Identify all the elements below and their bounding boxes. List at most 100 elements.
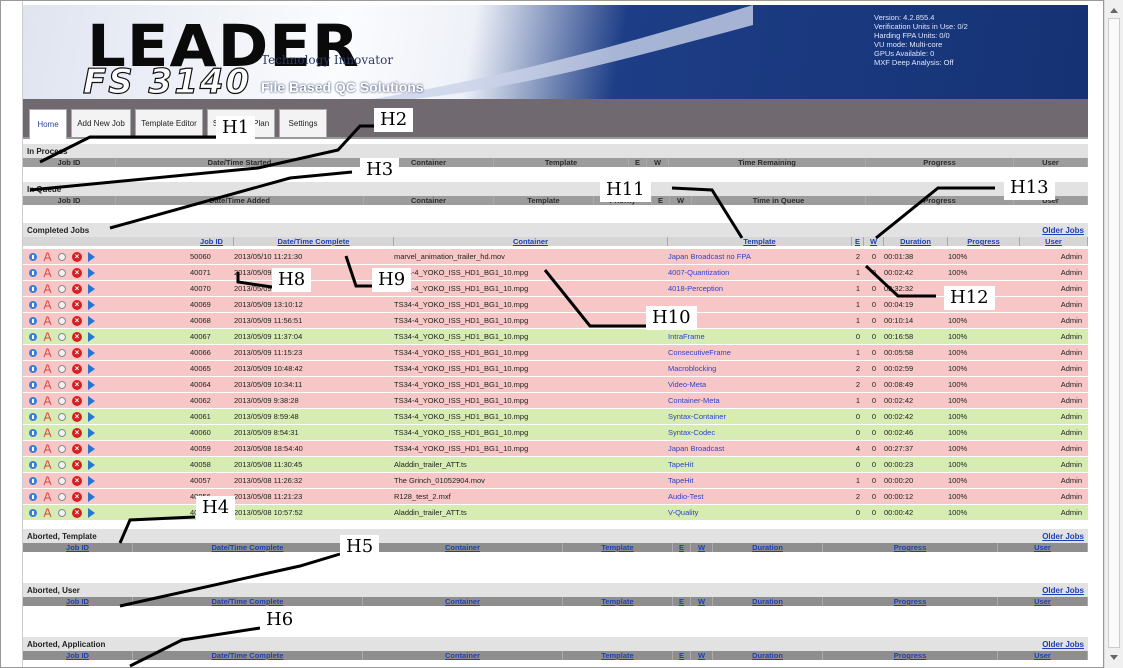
info-icon[interactable] — [29, 284, 37, 293]
tab-settings[interactable]: Settings — [279, 109, 327, 137]
sort-date-complete[interactable]: Date/Time Complete — [234, 237, 394, 246]
sort-duration[interactable]: Duration — [713, 651, 823, 660]
template-link[interactable]: Container-Meta — [668, 396, 852, 405]
play-icon[interactable] — [88, 475, 95, 486]
info-icon[interactable] — [29, 268, 37, 277]
sort-job-id[interactable]: Job ID — [190, 237, 234, 246]
sort-progress[interactable]: Progress — [823, 543, 998, 552]
sort-user[interactable]: User — [998, 543, 1088, 552]
play-icon[interactable] — [88, 507, 95, 518]
info-icon[interactable] — [29, 428, 37, 437]
sort-duration[interactable]: Duration — [884, 237, 948, 246]
older-jobs-link[interactable]: Older Jobs — [1042, 640, 1084, 649]
rerun-icon[interactable] — [58, 380, 66, 389]
info-icon[interactable] — [29, 380, 37, 389]
pdf-report-icon[interactable] — [43, 508, 52, 518]
pdf-report-icon[interactable] — [43, 268, 52, 278]
info-icon[interactable] — [29, 396, 37, 405]
rerun-icon[interactable] — [58, 460, 66, 469]
rerun-icon[interactable] — [58, 284, 66, 293]
template-link[interactable]: IntraFrame — [668, 332, 852, 341]
delete-icon[interactable]: × — [72, 379, 82, 390]
sort-w[interactable]: W — [691, 543, 713, 552]
scrollbar-thumb[interactable] — [1108, 18, 1120, 648]
rerun-icon[interactable] — [58, 332, 66, 341]
pdf-report-icon[interactable] — [43, 348, 52, 358]
sort-container[interactable]: Container — [394, 237, 668, 246]
play-icon[interactable] — [88, 251, 95, 262]
template-link[interactable]: ConsecutiveFrame — [668, 348, 852, 357]
sort-e[interactable]: E — [852, 237, 864, 246]
delete-icon[interactable]: × — [72, 507, 82, 518]
delete-icon[interactable]: × — [72, 395, 82, 406]
play-icon[interactable] — [88, 411, 95, 422]
sort-date-complete[interactable]: Date/Time Complete — [133, 651, 363, 660]
sort-job-id[interactable]: Job ID — [23, 651, 133, 660]
info-icon[interactable] — [29, 316, 37, 325]
delete-icon[interactable]: × — [72, 459, 82, 470]
info-icon[interactable] — [29, 332, 37, 341]
pdf-report-icon[interactable] — [43, 412, 52, 422]
play-icon[interactable] — [88, 443, 95, 454]
sort-duration[interactable]: Duration — [713, 597, 823, 606]
template-link[interactable]: TapeHit — [668, 476, 852, 485]
pdf-report-icon[interactable] — [43, 316, 52, 326]
delete-icon[interactable]: × — [72, 299, 82, 310]
template-link[interactable]: Syntax-Codec — [668, 428, 852, 437]
delete-icon[interactable]: × — [72, 427, 82, 438]
info-icon[interactable] — [29, 364, 37, 373]
info-icon[interactable] — [29, 252, 37, 261]
pdf-report-icon[interactable] — [43, 396, 52, 406]
rerun-icon[interactable] — [58, 364, 66, 373]
delete-icon[interactable]: × — [72, 315, 82, 326]
sort-progress[interactable]: Progress — [823, 651, 998, 660]
play-icon[interactable] — [88, 331, 95, 342]
sort-container[interactable]: Container — [363, 651, 563, 660]
tab-add-new-job[interactable]: Add New Job — [71, 109, 131, 137]
delete-icon[interactable]: × — [72, 267, 82, 278]
delete-icon[interactable]: × — [72, 411, 82, 422]
play-icon[interactable] — [88, 283, 95, 294]
rerun-icon[interactable] — [58, 268, 66, 277]
delete-icon[interactable]: × — [72, 331, 82, 342]
sort-e[interactable]: E — [673, 543, 691, 552]
pdf-report-icon[interactable] — [43, 492, 52, 502]
info-icon[interactable] — [29, 508, 37, 517]
info-icon[interactable] — [29, 460, 37, 469]
template-link[interactable]: Syntax-Container — [668, 412, 852, 421]
pdf-report-icon[interactable] — [43, 444, 52, 454]
delete-icon[interactable]: × — [72, 475, 82, 486]
pdf-report-icon[interactable] — [43, 332, 52, 342]
pdf-report-icon[interactable] — [43, 364, 52, 374]
delete-icon[interactable]: × — [72, 283, 82, 294]
template-link[interactable]: V-Quality — [668, 508, 852, 517]
rerun-icon[interactable] — [58, 476, 66, 485]
tab-template-editor[interactable]: Template Editor — [135, 109, 203, 137]
sort-job-id[interactable]: Job ID — [23, 543, 133, 552]
info-icon[interactable] — [29, 348, 37, 357]
template-link[interactable]: 4018-Perception — [668, 284, 852, 293]
older-jobs-link[interactable]: Older Jobs — [1042, 226, 1084, 235]
pdf-report-icon[interactable] — [43, 476, 52, 486]
rerun-icon[interactable] — [58, 252, 66, 261]
delete-icon[interactable]: × — [72, 491, 82, 502]
sort-w[interactable]: W — [691, 597, 713, 606]
pdf-report-icon[interactable] — [43, 460, 52, 470]
play-icon[interactable] — [88, 395, 95, 406]
delete-icon[interactable]: × — [72, 347, 82, 358]
sort-template[interactable]: Template — [563, 651, 673, 660]
pdf-report-icon[interactable] — [43, 300, 52, 310]
template-link[interactable]: TapeHit — [668, 460, 852, 469]
template-link[interactable]: Japan Broadcast — [668, 444, 852, 453]
rerun-icon[interactable] — [58, 300, 66, 309]
play-icon[interactable] — [88, 379, 95, 390]
sort-e[interactable]: E — [673, 651, 691, 660]
template-link[interactable]: 4007-Quantization — [668, 268, 852, 277]
play-icon[interactable] — [88, 347, 95, 358]
sort-progress[interactable]: Progress — [823, 597, 998, 606]
info-icon[interactable] — [29, 476, 37, 485]
delete-icon[interactable]: × — [72, 443, 82, 454]
sort-template[interactable]: Template — [668, 237, 852, 246]
pdf-report-icon[interactable] — [43, 252, 52, 262]
rerun-icon[interactable] — [58, 508, 66, 517]
